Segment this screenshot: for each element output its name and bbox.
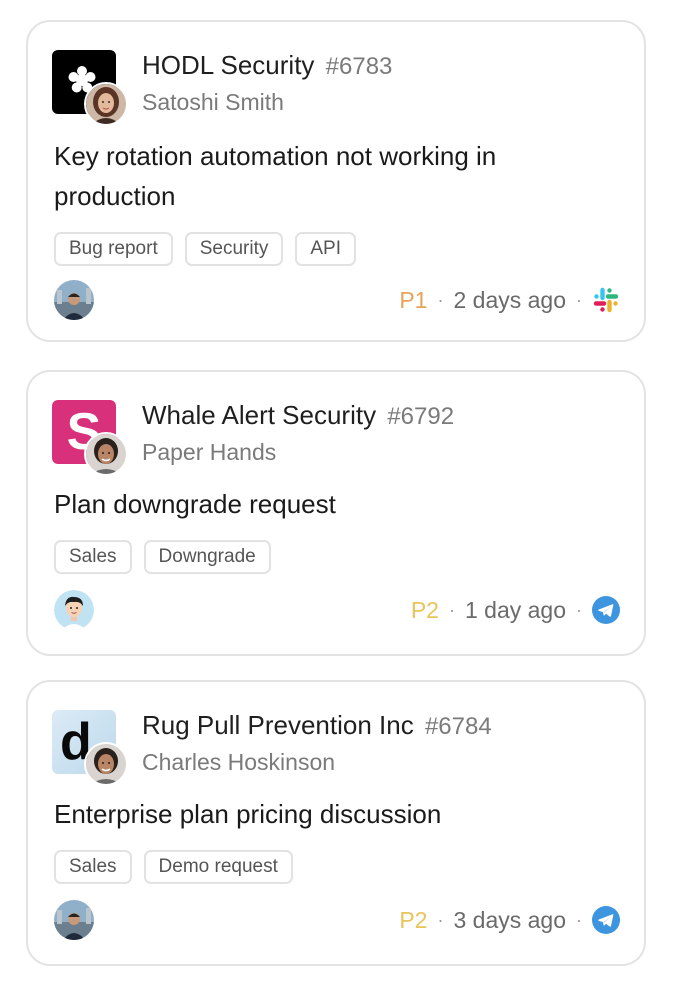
ticket-subject: Key rotation automation not working in p… [54, 141, 497, 211]
company-logo-group: d [52, 710, 128, 786]
ticket-card[interactable]: S Whale Alert Security #6792 Paper Hands… [26, 370, 646, 656]
tag-list: Bug report Security API [54, 232, 356, 266]
separator: · [437, 289, 444, 310]
tag[interactable]: Downgrade [143, 540, 271, 574]
company-name: HODL Security #6783 [142, 50, 392, 81]
ticket-number: #6784 [424, 713, 492, 740]
telegram-icon [592, 596, 620, 624]
contact-avatar [84, 742, 128, 786]
company-label: Whale Alert Security [142, 400, 377, 430]
company-logo-group: S [52, 400, 128, 476]
contact-name: Satoshi Smith [142, 89, 284, 115]
tag[interactable]: Sales [54, 540, 132, 574]
separator: · [576, 289, 582, 310]
tag[interactable]: Sales [54, 850, 132, 884]
company-label: HODL Security [142, 50, 315, 80]
priority-label: P2 [410, 596, 439, 623]
ticket-subject: Enterprise plan pricing discussion [54, 799, 442, 829]
ticket-age: 3 days ago [453, 906, 566, 933]
tag[interactable]: Demo request [143, 850, 293, 884]
priority-label: P2 [399, 906, 428, 933]
assignee-avatar[interactable] [54, 900, 94, 940]
ticket-number: #6792 [387, 403, 455, 430]
tag-list: Sales Demo request [54, 850, 293, 884]
separator: · [576, 599, 582, 620]
contact-avatar [84, 432, 128, 476]
priority-label: P1 [399, 286, 428, 313]
assignee-avatar[interactable] [54, 590, 94, 630]
separator: · [437, 909, 444, 930]
separator: · [576, 909, 582, 930]
tag[interactable]: Security [184, 232, 284, 266]
assignee-avatar[interactable] [54, 280, 94, 320]
contact-avatar [84, 82, 128, 126]
ticket-subject: Plan downgrade request [54, 489, 336, 519]
ticket-list: HODL Security #6783 Satoshi Smith Key ro… [0, 0, 676, 994]
company-name: Rug Pull Prevention Inc #6784 [142, 710, 492, 741]
slack-icon [592, 286, 620, 314]
telegram-icon [592, 906, 620, 934]
ticket-meta: P2 · 3 days ago · [399, 906, 620, 934]
ticket-card[interactable]: HODL Security #6783 Satoshi Smith Key ro… [26, 20, 646, 342]
ticket-number: #6783 [325, 53, 393, 80]
ticket-meta: P2 · 1 day ago · [411, 596, 620, 624]
company-logo-group [52, 50, 128, 126]
tag-list: Sales Downgrade [54, 540, 271, 574]
ticket-age: 2 days ago [453, 286, 566, 313]
tag[interactable]: Bug report [54, 232, 173, 266]
ticket-card[interactable]: d Rug Pull Prevention Inc #6784 Charles … [26, 680, 646, 966]
separator: · [448, 599, 455, 620]
company-label: Rug Pull Prevention Inc [142, 710, 414, 740]
tag[interactable]: API [295, 232, 356, 266]
company-name: Whale Alert Security #6792 [142, 400, 454, 431]
ticket-age: 1 day ago [464, 596, 566, 623]
contact-name: Paper Hands [142, 439, 277, 465]
ticket-meta: P1 · 2 days ago · [399, 286, 620, 314]
contact-name: Charles Hoskinson [142, 749, 336, 775]
